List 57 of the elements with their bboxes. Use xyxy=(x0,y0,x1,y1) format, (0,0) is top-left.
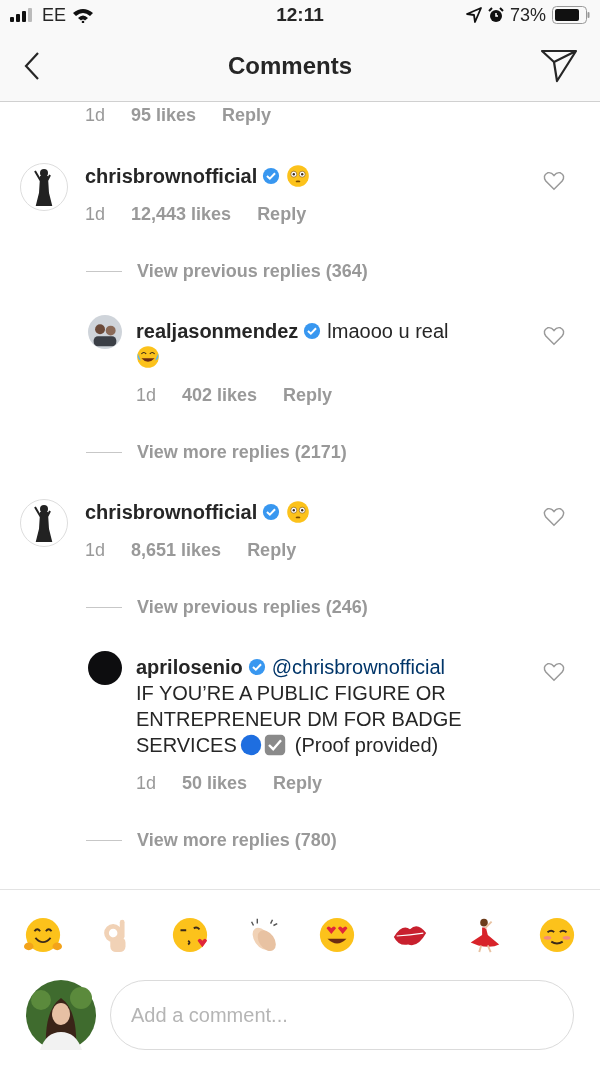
comment-text: lmaooo u real xyxy=(327,320,449,342)
page-title: Comments xyxy=(228,51,352,80)
avatar[interactable] xyxy=(88,651,122,685)
like-count[interactable]: 50 likes xyxy=(182,770,248,796)
username[interactable]: chrisbrownofficial xyxy=(85,165,258,187)
username[interactable]: aprilosenio xyxy=(136,656,243,678)
like-count[interactable]: 402 likes xyxy=(182,382,258,408)
checkbox-icon xyxy=(262,733,287,757)
carrier-name: EE xyxy=(42,4,66,26)
comment-time: 1d xyxy=(85,539,106,562)
comment-input[interactable]: Add a comment... xyxy=(110,980,574,1050)
like-count[interactable]: 8,651 likes xyxy=(131,537,222,563)
flushed-face-icon xyxy=(286,500,311,524)
comment-time: 1d xyxy=(136,772,157,795)
avatar[interactable] xyxy=(88,315,122,349)
reply-link[interactable]: Reply xyxy=(222,102,272,128)
kissing-face-icon[interactable] xyxy=(170,915,209,954)
username[interactable]: realjasonmendez xyxy=(136,320,299,342)
hugging-face-icon[interactable] xyxy=(24,915,62,954)
heart-icon[interactable] xyxy=(543,326,565,346)
heart-icon[interactable] xyxy=(543,662,565,682)
comment-text: IF YOU’RE A PUBLIC FIGURE OR ENTREPRENEUR DM FOR BADGE xyxy=(136,682,462,730)
clock-time: 12:11 xyxy=(276,4,324,26)
wifi-icon xyxy=(72,7,94,23)
avatar[interactable] xyxy=(20,163,68,211)
comment-time: 1d xyxy=(85,104,106,127)
comment-time: 1d xyxy=(85,203,106,226)
comment-text: (Proof provided) xyxy=(294,734,439,756)
battery-icon xyxy=(552,6,590,24)
avatar[interactable] xyxy=(26,980,96,1050)
send-icon[interactable] xyxy=(540,48,578,83)
battery-percent: 73% xyxy=(509,4,546,26)
flushed-face-icon xyxy=(286,164,311,188)
heart-eyes-face-icon[interactable] xyxy=(317,915,356,954)
comment-text: SERVICES xyxy=(136,734,237,756)
mention-link[interactable]: @chrisbrownofficial xyxy=(271,656,446,678)
laughing-face-icon xyxy=(136,345,160,369)
like-count[interactable]: 95 likes xyxy=(131,102,197,128)
circle-icon xyxy=(238,733,263,757)
heart-icon[interactable] xyxy=(543,171,565,191)
comment-time: 1d xyxy=(136,384,157,407)
alarm-icon xyxy=(487,7,504,23)
avatar[interactable] xyxy=(20,499,68,547)
like-count[interactable]: 12,443 likes xyxy=(131,201,232,227)
back-icon[interactable] xyxy=(24,51,40,80)
view-replies-link[interactable]: View more replies (2171) xyxy=(137,441,347,463)
view-replies-link[interactable]: View previous replies (246) xyxy=(137,596,368,618)
heart-icon[interactable] xyxy=(543,507,565,527)
view-replies-link[interactable]: View previous replies (364) xyxy=(137,260,368,282)
reply-link[interactable]: Reply xyxy=(257,201,307,227)
reply-link[interactable]: Reply xyxy=(247,537,297,563)
reply-link[interactable]: Reply xyxy=(283,382,333,408)
smiling-face-icon[interactable] xyxy=(537,915,576,954)
location-icon xyxy=(465,7,482,23)
username[interactable]: chrisbrownofficial xyxy=(85,501,258,523)
reply-link[interactable]: Reply xyxy=(273,770,323,796)
view-replies-link[interactable]: View more replies (780) xyxy=(137,829,337,851)
